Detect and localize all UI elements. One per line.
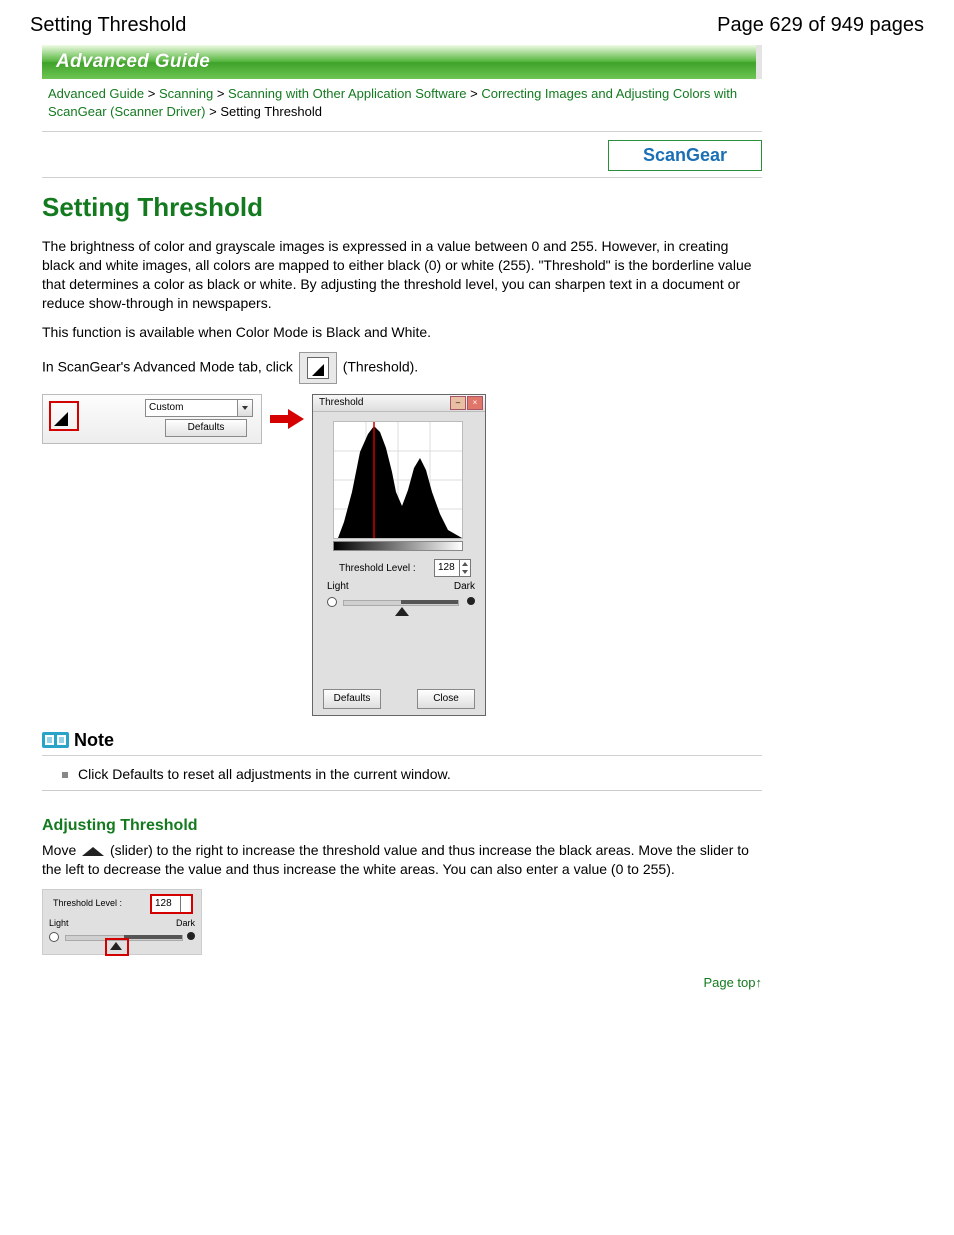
- slider-endpoint-light: [327, 597, 337, 607]
- subhead-adjusting: Adjusting Threshold: [42, 817, 762, 835]
- note-title: Note: [74, 730, 114, 751]
- paragraph-4: Move (slider) to the right to increase t…: [42, 841, 762, 879]
- threshold-level-label: Threshold Level :: [339, 563, 416, 574]
- dialog-titlebar: Threshold – ×: [313, 395, 485, 412]
- paragraph-2: This function is available when Color Mo…: [42, 323, 762, 342]
- slider-handle-icon[interactable]: [395, 607, 409, 616]
- arrow-icon: [262, 408, 312, 430]
- fig2-handle-highlight[interactable]: [105, 938, 129, 956]
- toolbar-panel: Custom Defaults: [42, 394, 262, 444]
- light-label: Light: [327, 581, 349, 592]
- breadcrumb-link-0[interactable]: Advanced Guide: [48, 86, 144, 101]
- close-icon[interactable]: ×: [467, 396, 483, 410]
- histogram: [333, 421, 463, 539]
- fig2-light-label: Light: [49, 918, 69, 928]
- minimize-icon[interactable]: –: [450, 396, 466, 410]
- fig2-dark-label: Dark: [176, 918, 195, 928]
- paragraph-3: In ScanGear's Advanced Mode tab, click (…: [42, 352, 762, 384]
- note-body: Click Defaults to reset all adjustments …: [42, 760, 762, 791]
- breadcrumb-link-1[interactable]: Scanning: [159, 86, 213, 101]
- note-icon: [42, 731, 70, 749]
- page-top-link[interactable]: Page top↑: [703, 975, 762, 990]
- threshold-icon: [299, 352, 337, 384]
- threshold-slider-figure: Threshold Level : 128 Light Dark: [42, 889, 202, 955]
- arrow-up-icon: ↑: [756, 975, 763, 990]
- breadcrumb-current: Setting Threshold: [220, 104, 322, 119]
- scangear-badge: ScanGear: [608, 140, 762, 171]
- defaults-button-panel[interactable]: Defaults: [165, 419, 247, 437]
- slider-icon: [82, 846, 104, 856]
- slider-endpoint-dark: [467, 597, 475, 605]
- fig2-endpoint-dark: [187, 932, 195, 940]
- threshold-slider[interactable]: [343, 600, 459, 606]
- threshold-dialog: Threshold – × Threshold Level :: [312, 394, 486, 716]
- fig2-threshold-label: Threshold Level :: [53, 898, 122, 908]
- header-title-left: Setting Threshold: [30, 14, 186, 37]
- breadcrumb-link-2[interactable]: Scanning with Other Application Software: [228, 86, 466, 101]
- fig2-value-highlight[interactable]: 128: [150, 894, 193, 914]
- preset-dropdown[interactable]: Custom: [145, 399, 253, 417]
- dark-label: Dark: [454, 581, 475, 592]
- banner-advanced-guide: Advanced Guide: [42, 45, 762, 79]
- paragraph-1: The brightness of color and grayscale im…: [42, 237, 762, 313]
- defaults-button-dialog[interactable]: Defaults: [323, 689, 381, 709]
- gradient-bar: [333, 541, 463, 551]
- header-title-right: Page 629 of 949 pages: [717, 14, 924, 37]
- page-title: Setting Threshold: [42, 192, 762, 223]
- threshold-value-input[interactable]: 128: [434, 559, 471, 577]
- threshold-button-highlight[interactable]: [49, 401, 79, 431]
- breadcrumbs: Advanced Guide > Scanning > Scanning wit…: [42, 79, 762, 127]
- fig2-endpoint-light: [49, 932, 59, 942]
- close-button-dialog[interactable]: Close: [417, 689, 475, 709]
